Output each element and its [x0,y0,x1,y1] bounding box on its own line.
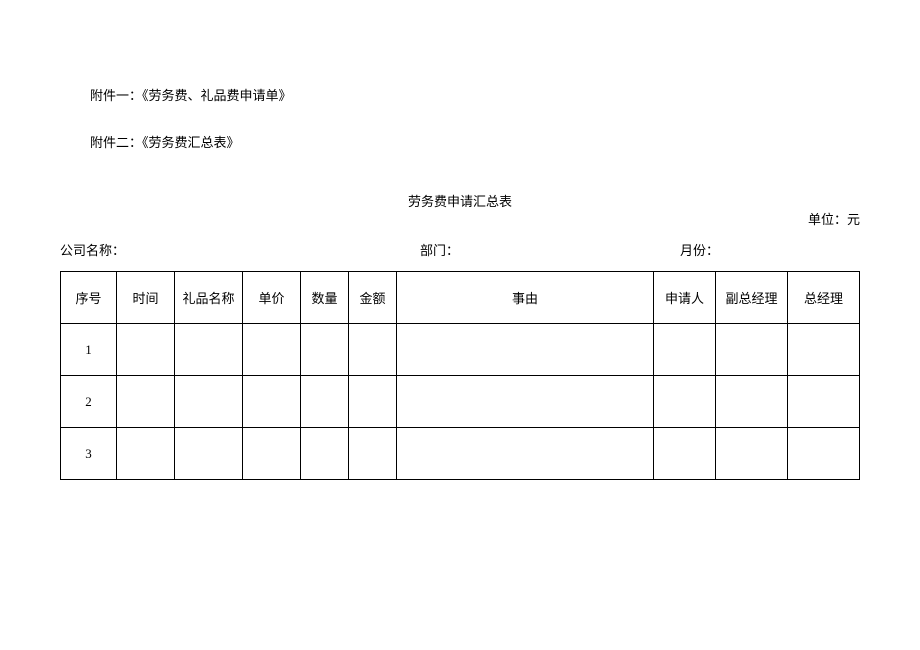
cell-seq: 1 [61,324,117,376]
attachment-line-1: 附件一：《劳务费、礼品费申请单》 [60,85,860,104]
meta-company: 公司名称： [60,240,420,259]
cell-reason [397,376,654,428]
cell-time [117,324,175,376]
cell-gm [788,428,860,480]
cell-applicant [654,324,716,376]
cell-deputy-gm [716,324,788,376]
cell-unit-price [243,428,301,480]
month-label: 月份： [680,243,719,258]
cell-gift-name [175,324,243,376]
cell-seq: 3 [61,428,117,480]
meta-dept: 部门： [420,240,680,259]
cell-gift-name [175,428,243,480]
cell-quantity [301,428,349,480]
summary-table: 序号 时间 礼品名称 单价 数量 金额 事由 申请人 副总经理 总经理 1 [60,271,860,480]
meta-row: 公司名称： 部门： 月份： [60,240,860,259]
cell-applicant [654,428,716,480]
header-applicant: 申请人 [654,272,716,324]
cell-reason [397,324,654,376]
cell-quantity [301,376,349,428]
header-unit-price: 单价 [243,272,301,324]
cell-deputy-gm [716,376,788,428]
document-title: 劳务费申请汇总表 [60,191,860,210]
cell-deputy-gm [716,428,788,480]
document-page: 附件一：《劳务费、礼品费申请单》 附件二：《劳务费汇总表》 劳务费申请汇总表 单… [0,0,920,500]
cell-gift-name [175,376,243,428]
cell-reason [397,428,654,480]
header-time: 时间 [117,272,175,324]
cell-quantity [301,324,349,376]
cell-time [117,376,175,428]
meta-month: 月份： [680,240,860,259]
header-gift-name: 礼品名称 [175,272,243,324]
cell-gm [788,324,860,376]
header-quantity: 数量 [301,272,349,324]
table-header-row: 序号 时间 礼品名称 单价 数量 金额 事由 申请人 副总经理 总经理 [61,272,860,324]
dept-label: 部门： [420,243,459,258]
table-row: 2 [61,376,860,428]
unit-label: 单位：元 [808,209,860,228]
cell-time [117,428,175,480]
cell-amount [349,428,397,480]
header-seq: 序号 [61,272,117,324]
cell-gm [788,376,860,428]
table-row: 1 [61,324,860,376]
company-label: 公司名称： [60,243,125,258]
cell-applicant [654,376,716,428]
cell-unit-price [243,324,301,376]
header-reason: 事由 [397,272,654,324]
cell-amount [349,376,397,428]
header-deputy-gm: 副总经理 [716,272,788,324]
table-row: 3 [61,428,860,480]
title-row: 劳务费申请汇总表 单位：元 [60,191,860,210]
attachment-line-2: 附件二：《劳务费汇总表》 [60,132,860,151]
cell-amount [349,324,397,376]
cell-unit-price [243,376,301,428]
header-gm: 总经理 [788,272,860,324]
cell-seq: 2 [61,376,117,428]
header-amount: 金额 [349,272,397,324]
